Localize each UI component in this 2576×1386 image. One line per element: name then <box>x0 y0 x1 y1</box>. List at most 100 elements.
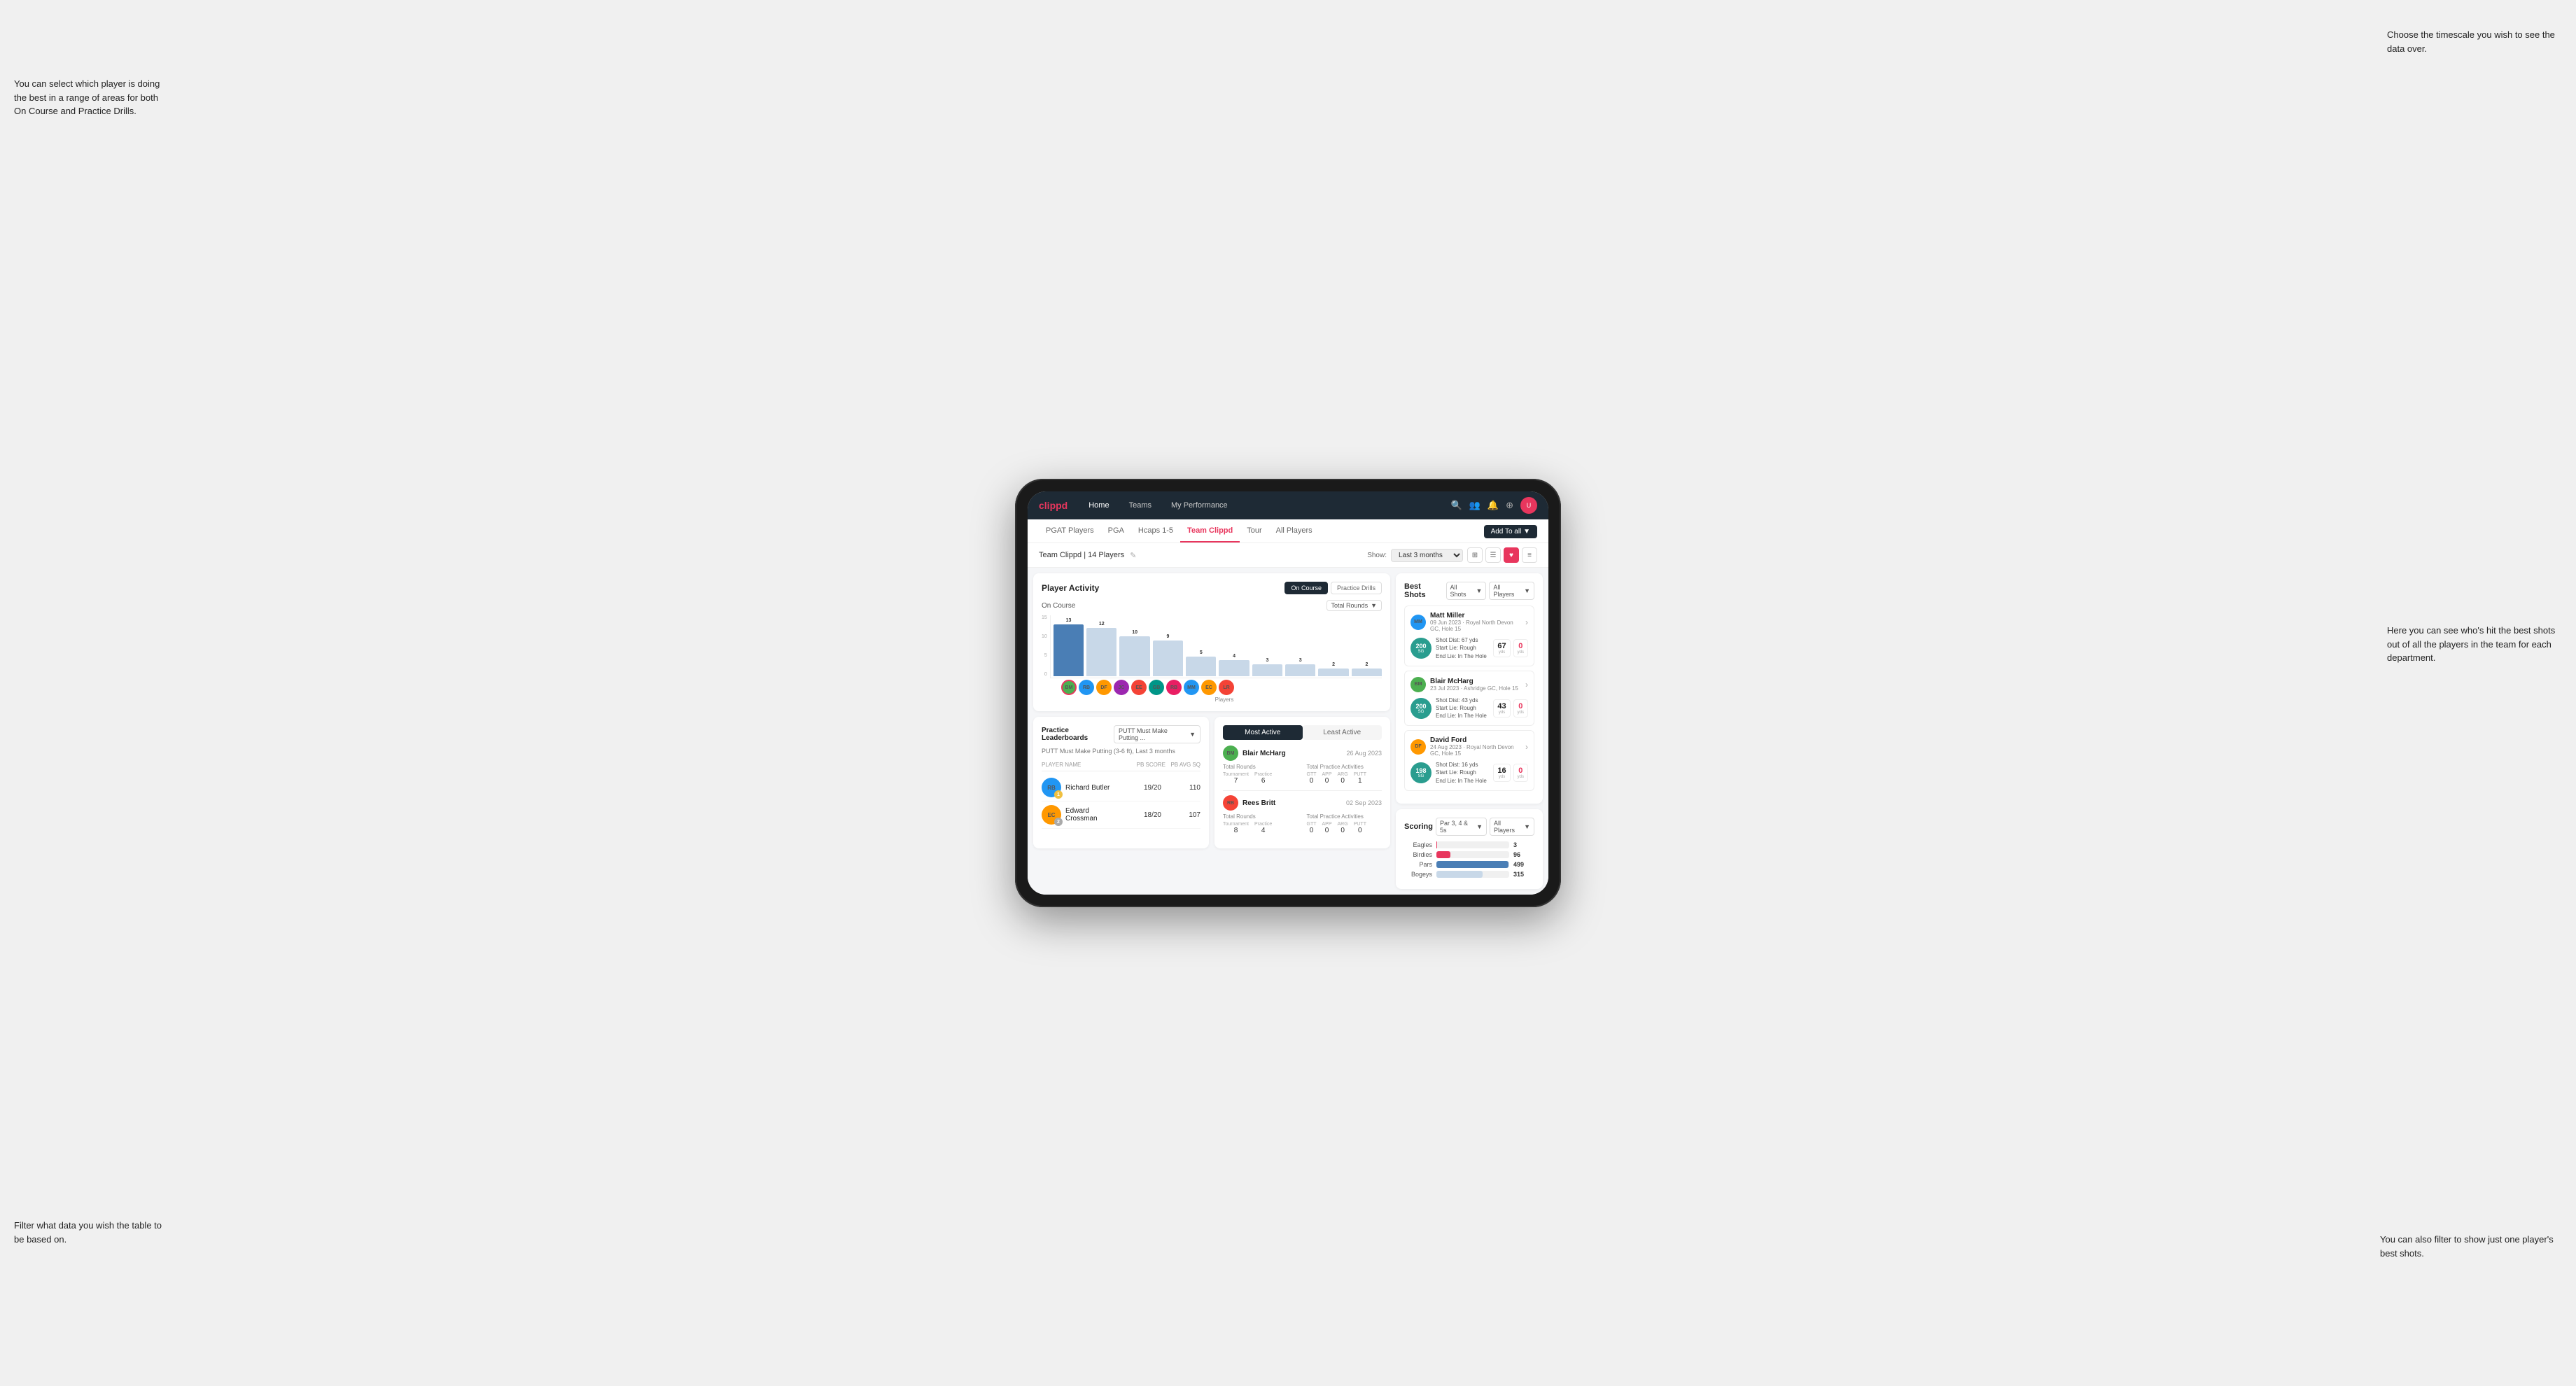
most-active-tab[interactable]: Most Active <box>1223 725 1303 740</box>
bell-icon[interactable]: 🔔 <box>1488 500 1499 511</box>
leaderboard-header: PLAYER NAME PB SCORE PB AVG SQ <box>1042 759 1200 771</box>
scoring-header: Scoring Par 3, 4 & 5s ▼ All Players ▼ <box>1404 818 1534 836</box>
eagles-val: 3 <box>1513 841 1534 848</box>
shot-3-chevron[interactable]: › <box>1525 742 1528 752</box>
col-player-name: PLAYER NAME <box>1042 762 1130 768</box>
plus-circle-icon[interactable]: ⊕ <box>1506 500 1513 511</box>
shot-1-chevron[interactable]: › <box>1525 617 1528 627</box>
putt-stat-1: PUTT 1 <box>1354 772 1366 785</box>
rank-badge-silver: 2 <box>1054 818 1063 826</box>
bar-5 <box>1219 660 1249 676</box>
sub-nav-pgat[interactable]: PGAT Players <box>1039 519 1101 542</box>
bar-label-4: 5 <box>1200 650 1203 655</box>
player-avatar-1: RB 1 <box>1042 778 1061 797</box>
arg-stat-2: ARG 0 <box>1338 822 1348 834</box>
col-pb-avg: PB AVG SQ <box>1166 762 1200 768</box>
shots-players-dropdown[interactable]: All Players ▼ <box>1489 582 1534 600</box>
bar-group-0: 13 <box>1054 615 1084 676</box>
active-player-avatar-1: BM <box>1223 746 1238 761</box>
search-icon[interactable]: 🔍 <box>1451 500 1462 511</box>
player-activity-card: Player Activity On Course Practice Drill… <box>1033 573 1390 711</box>
player-avg-1: 110 <box>1166 784 1200 792</box>
y-label-10: 10 <box>1042 634 1047 639</box>
on-course-toggle[interactable]: On Course <box>1284 582 1328 594</box>
tournament-stat-2: Tournament 8 <box>1223 822 1249 834</box>
eagles-bar <box>1436 841 1437 848</box>
eagles-label: Eagles <box>1404 841 1432 848</box>
active-player-2-header: RB Rees Britt 02 Sep 2023 <box>1223 795 1382 811</box>
annotation-top-right: Choose the timescale you wish to see the… <box>2387 28 2562 55</box>
list-view-btn[interactable]: ☰ <box>1485 547 1501 563</box>
shot-3-info: David Ford 24 Aug 2023 · Royal North Dev… <box>1430 736 1521 757</box>
app-stat-2: APP 0 <box>1322 822 1332 834</box>
logo: clippd <box>1039 500 1068 511</box>
annotation-bottom-right: You can also filter to show just one pla… <box>2380 1233 2562 1260</box>
users-icon[interactable]: 👥 <box>1469 500 1480 511</box>
time-filter-select[interactable]: Last 3 months Last 6 months Last 12 mont… <box>1391 549 1463 562</box>
scoring-players-dropdown[interactable]: All Players ▼ <box>1490 818 1534 836</box>
shot-3-yds: 16 yds 0 yds <box>1493 764 1528 782</box>
team-title: Team Clippd | 14 Players <box>1039 551 1124 559</box>
chart-filter-dropdown[interactable]: Total Rounds ▼ <box>1326 600 1382 611</box>
shot-3-sub: 24 Aug 2023 · Royal North Devon GC, Hole… <box>1430 744 1521 757</box>
total-practice-group-2: Total Practice Activities GTT 0 APP <box>1307 813 1382 834</box>
col-pb-score: PB SCORE <box>1130 762 1166 768</box>
shot-2-sub: 23 Jul 2023 · Ashridge GC, Hole 15 <box>1430 685 1521 692</box>
show-label: Show: <box>1367 552 1387 559</box>
bar-group-1: 12 <box>1086 615 1116 676</box>
nav-home[interactable]: Home <box>1084 498 1113 512</box>
shot-2-chevron[interactable]: › <box>1525 680 1528 690</box>
sub-nav-right: Add To all ▼ <box>1484 524 1537 538</box>
active-player-1: BM Blair McHarg 26 Aug 2023 Total Rounds <box>1223 746 1382 785</box>
shot-3-name: David Ford <box>1430 736 1521 744</box>
scoring-bars: Eagles 3 Birdies 96 <box>1404 841 1534 878</box>
sub-nav-all-players[interactable]: All Players <box>1269 519 1320 542</box>
bogeys-bar-wrap <box>1436 871 1509 878</box>
nav-teams[interactable]: Teams <box>1125 498 1156 512</box>
practice-drills-toggle[interactable]: Practice Drills <box>1331 582 1382 594</box>
sub-nav-team-clippd[interactable]: Team Clippd <box>1180 519 1240 542</box>
sub-nav-hcaps[interactable]: Hcaps 1-5 <box>1131 519 1180 542</box>
bogeys-val: 315 <box>1513 871 1534 878</box>
avatar-2: DF <box>1096 680 1112 695</box>
bar-label-5: 4 <box>1233 654 1236 659</box>
grid-view-btn[interactable]: ⊞ <box>1467 547 1483 563</box>
team-header: Team Clippd | 14 Players ✎ Show: Last 3 … <box>1028 543 1548 568</box>
birdies-bar <box>1436 851 1450 858</box>
bar-group-8: 2 <box>1318 615 1348 676</box>
edit-icon[interactable]: ✎ <box>1130 551 1136 560</box>
y-label-15: 15 <box>1042 615 1047 620</box>
total-practice-label-2: Total Practice Activities <box>1307 813 1382 820</box>
add-to-all-button[interactable]: Add To all ▼ <box>1484 525 1537 538</box>
leaderboard-player-1: RB 1 Richard Butler 19/20 110 <box>1042 774 1200 802</box>
practice-stat-1: Practice 6 <box>1254 772 1272 785</box>
rank-badge-gold: 1 <box>1054 790 1063 799</box>
scoring-filter-dropdown[interactable]: Par 3, 4 & 5s ▼ <box>1436 818 1487 836</box>
nav-my-performance[interactable]: My Performance <box>1167 498 1232 512</box>
bar-9 <box>1352 668 1382 676</box>
arg-stat-1: ARG 0 <box>1338 772 1348 785</box>
heart-view-btn[interactable]: ♥ <box>1504 547 1519 563</box>
avatar-7: MM <box>1184 680 1199 695</box>
birdies-bar-wrap <box>1436 851 1509 858</box>
shot-2-info: Blair McHarg 23 Jul 2023 · Ashridge GC, … <box>1430 678 1521 692</box>
bar-4 <box>1186 657 1216 677</box>
bar-label-7: 3 <box>1299 658 1302 663</box>
player-activity-title: Player Activity <box>1042 583 1099 593</box>
drill-select-dropdown[interactable]: PUTT Must Make Putting ... ▼ <box>1114 725 1200 743</box>
total-rounds-label-2: Total Rounds <box>1223 813 1298 820</box>
sub-nav-tour[interactable]: Tour <box>1240 519 1268 542</box>
chart-sub-title: On Course <box>1042 602 1075 610</box>
divider <box>1223 790 1382 791</box>
shots-filter-dropdown[interactable]: All Shots ▼ <box>1446 582 1487 600</box>
rounds-sub-2: Tournament 8 Practice 4 <box>1223 822 1298 834</box>
player-activity-header: Player Activity On Course Practice Drill… <box>1042 582 1382 594</box>
least-active-tab[interactable]: Least Active <box>1303 725 1382 740</box>
settings-view-btn[interactable]: ≡ <box>1522 547 1537 563</box>
sub-nav-pga[interactable]: PGA <box>1101 519 1131 542</box>
scoring-bar-bogeys: Bogeys 315 <box>1404 871 1534 878</box>
player-avg-2: 107 <box>1166 811 1200 819</box>
user-avatar[interactable]: U <box>1520 497 1537 514</box>
shot-1-details: 200 SG Shot Dist: 67 ydsStart Lie: Rough… <box>1410 636 1528 660</box>
practice-title: Practice Leaderboards <box>1042 727 1110 742</box>
